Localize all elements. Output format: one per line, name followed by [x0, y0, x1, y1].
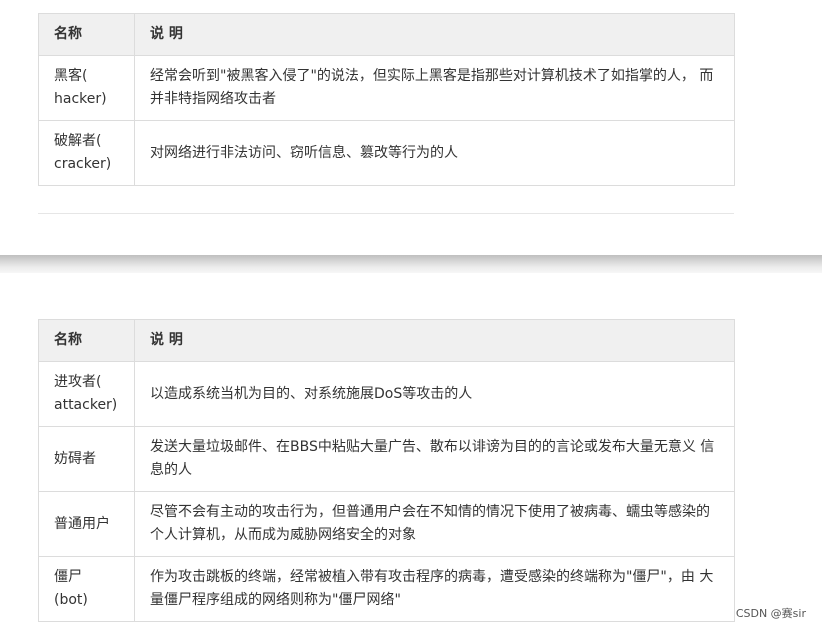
header-name: 名称 [38, 319, 135, 362]
row-name-text: 妨碍者 [54, 450, 96, 467]
header-description: 说 明 [134, 319, 735, 362]
row-description: 经常会听到"被黑客入侵了"的说法，但实际上黑客是指那些对计算机技术了如指掌的人，… [134, 55, 735, 121]
table-row: 普通用户 尽管不会有主动的攻击行为，但普通用户会在不知情的情况下使用了被病毒、蠕… [38, 491, 735, 557]
divider-line [38, 213, 734, 214]
row-name: 妨碍者 [38, 426, 135, 492]
table-row: 黑客( hacker) 经常会听到"被黑客入侵了"的说法，但实际上黑客是指那些对… [38, 55, 735, 121]
header-description: 说 明 [134, 13, 735, 56]
table-row: 进攻者( attacker) 以造成系统当机为目的、对系统施展DoS等攻击的人 [38, 361, 735, 427]
row-description: 对网络进行非法访问、窃听信息、篡改等行为的人 [134, 120, 735, 186]
row-name: 破解者( cracker) [38, 120, 135, 186]
row-description: 尽管不会有主动的攻击行为，但普通用户会在不知情的情况下使用了被病毒、蠕虫等感染的… [134, 491, 735, 557]
row-name: 僵尸 (bot) [38, 556, 135, 622]
table-row: 妨碍者 发送大量垃圾邮件、在BBS中粘贴大量广告、散布以诽谤为目的的言论或发布大… [38, 426, 735, 492]
row-name: 进攻者( attacker) [38, 361, 135, 427]
row-description: 以造成系统当机为目的、对系统施展DoS等攻击的人 [134, 361, 735, 427]
row-name-text: 僵尸 (bot) [54, 569, 88, 608]
row-name: 普通用户 [38, 491, 135, 557]
page: 名称 说 明 黑客( hacker) 经常会听到"被黑客入侵了"的说法，但实际上… [0, 0, 822, 629]
attacker-types-table-1: 名称 说 明 黑客( hacker) 经常会听到"被黑客入侵了"的说法，但实际上… [38, 13, 735, 186]
table-row: 破解者( cracker) 对网络进行非法访问、窃听信息、篡改等行为的人 [38, 120, 735, 186]
watermark: CSDN @赛sir [735, 607, 806, 620]
row-name-text: 进攻者( attacker) [54, 374, 118, 413]
header-name: 名称 [38, 13, 135, 56]
table-row: 僵尸 (bot) 作为攻击跳板的终端，经常被植入带有攻击程序的病毒，遭受感染的终… [38, 556, 735, 622]
attacker-types-table-2: 名称 说 明 进攻者( attacker) 以造成系统当机为目的、对系统施展Do… [38, 319, 735, 622]
page-separator [0, 255, 822, 273]
row-name-text: 普通用户 [54, 515, 110, 532]
row-name-text: 破解者( cracker) [54, 133, 112, 172]
table-header-row: 名称 说 明 [38, 13, 735, 56]
table-header-row: 名称 说 明 [38, 319, 735, 362]
row-description: 发送大量垃圾邮件、在BBS中粘贴大量广告、散布以诽谤为目的的言论或发布大量无意义… [134, 426, 735, 492]
row-name: 黑客( hacker) [38, 55, 135, 121]
row-description: 作为攻击跳板的终端，经常被植入带有攻击程序的病毒，遭受感染的终端称为"僵尸"，由… [134, 556, 735, 622]
row-name-text: 黑客( hacker) [54, 68, 107, 107]
